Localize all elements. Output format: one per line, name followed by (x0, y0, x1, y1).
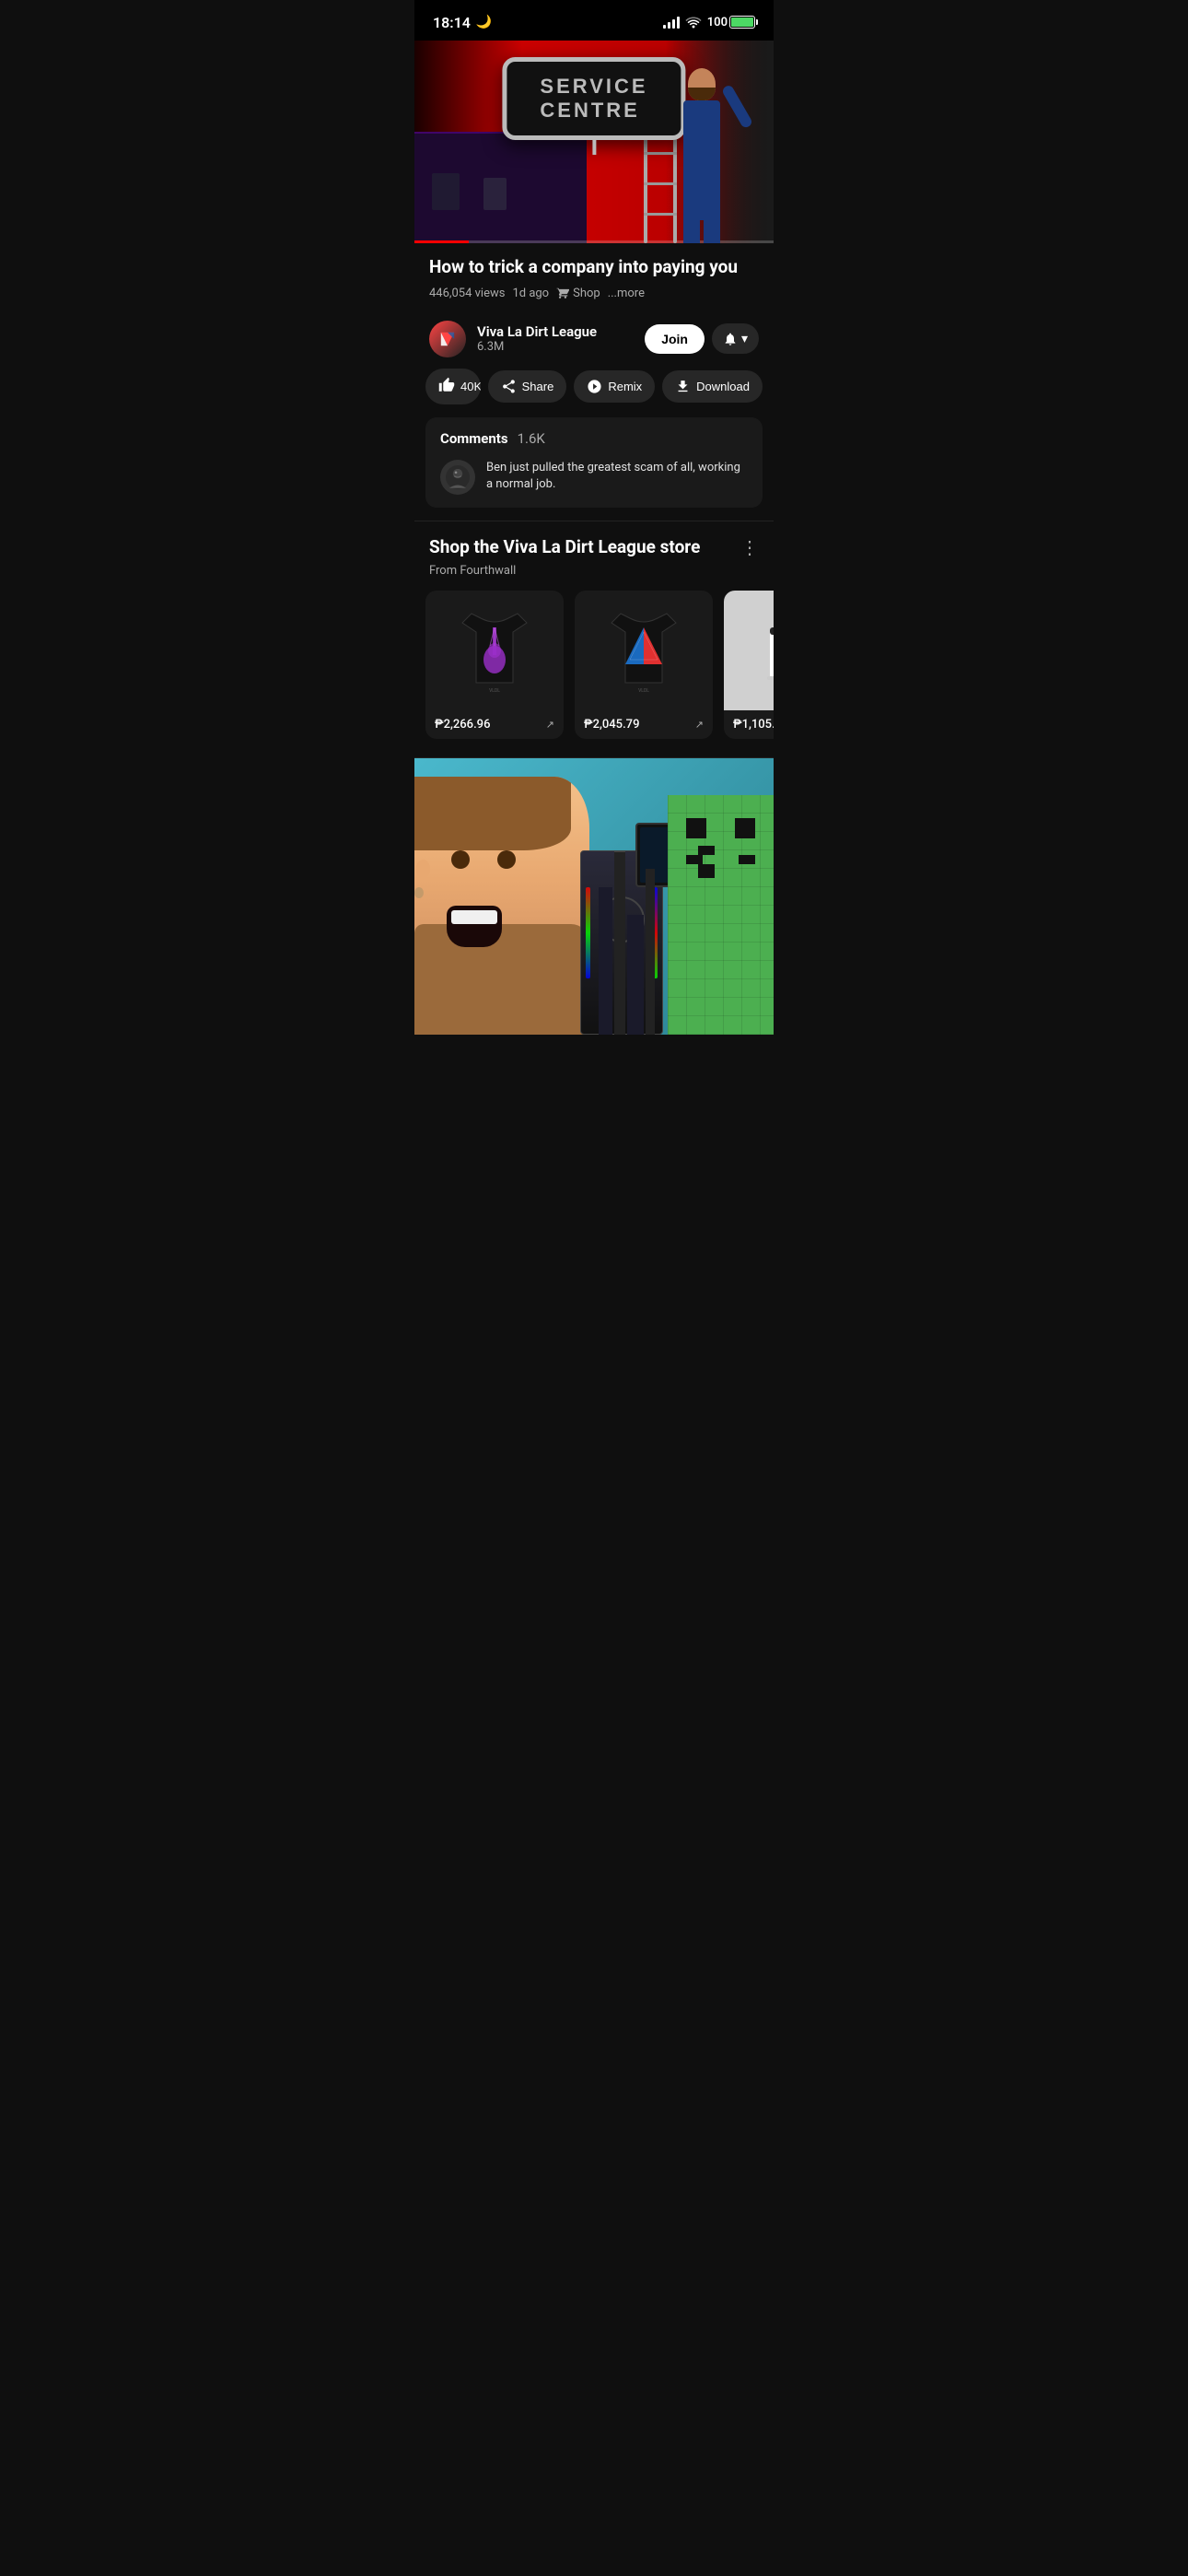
download-button[interactable]: Download (662, 370, 763, 403)
creeper-block (668, 795, 774, 1035)
channel-actions: Join ▾ (645, 323, 759, 354)
shop-item-price: ₱2,266.96 (435, 718, 490, 732)
more-button[interactable]: ...more (608, 287, 645, 300)
pc-setup (562, 795, 672, 1035)
battery-level: 100 (707, 16, 728, 29)
signal-icon (663, 16, 680, 29)
shop-item-price: ₱1,105.28 (733, 718, 774, 732)
video-progress-fill (414, 240, 469, 243)
upload-age: 1d ago (512, 287, 549, 300)
download-icon (675, 379, 691, 394)
remix-label: Remix (608, 380, 642, 393)
video-title: How to trick a company into paying you (429, 256, 759, 279)
battery-icon (729, 16, 755, 29)
like-button[interactable]: 40K (425, 369, 481, 404)
external-link-icon: ↗ (546, 719, 554, 731)
top-comment: Ben just pulled the greatest scam of all… (440, 460, 748, 495)
shop-item[interactable]: VLDL ₱2,266.96 ↗ (425, 591, 564, 739)
video-meta: 446,054 views 1d ago Shop ...more (429, 287, 759, 300)
comment-text: Ben just pulled the greatest scam of all… (486, 460, 748, 493)
download-label: Download (696, 380, 750, 393)
moon-icon: 🌙 (476, 15, 492, 29)
comments-count: 1.6K (518, 430, 545, 447)
service-centre-sign: SERVICE CENTRE (502, 57, 685, 155)
channel-subs: 6.3M (477, 340, 597, 354)
comments-section[interactable]: Comments 1.6K Ben just pulled the greate… (425, 417, 763, 508)
shop-title: Shop the Viva La Dirt League store (429, 536, 700, 557)
like-icon (438, 377, 455, 396)
status-bar: 18:14 🌙 100 (414, 0, 774, 41)
remix-icon (587, 379, 602, 394)
svg-text:VLDL: VLDL (489, 688, 500, 694)
shop-item-price: ₱2,045.79 (584, 718, 639, 732)
remix-button[interactable]: Remix (574, 370, 655, 403)
shop-badge[interactable]: Shop (556, 287, 600, 300)
shop-label[interactable]: Shop (573, 287, 600, 300)
svg-text:VLDL: VLDL (638, 688, 649, 694)
share-icon (501, 379, 517, 394)
join-button[interactable]: Join (645, 324, 705, 354)
shop-section: Shop the Viva La Dirt League store ⋮ Fro… (414, 521, 774, 758)
channel-avatar[interactable] (429, 321, 466, 357)
battery-indicator: 100 (707, 16, 755, 29)
shop-item[interactable]: VLDL ₱2,045.79 ↗ (575, 591, 713, 739)
shop-items-list: VLDL ₱2,266.96 ↗ VLDL (414, 591, 774, 739)
wifi-icon (685, 16, 702, 29)
action-buttons-row: 40K Share Remix Download (414, 369, 774, 417)
shop-item[interactable]: ₱1,105.28 ↗ (724, 591, 774, 739)
share-button[interactable]: Share (488, 370, 567, 403)
status-time: 18:14 (433, 14, 471, 31)
share-label: Share (522, 380, 554, 393)
channel-row: Viva La Dirt League 6.3M Join ▾ (414, 310, 774, 369)
bell-chevron: ▾ (741, 331, 748, 346)
shop-source: From Fourthwall (414, 564, 774, 578)
channel-info[interactable]: Viva La Dirt League 6.3M (429, 321, 597, 357)
view-count: 446,054 views (429, 287, 505, 300)
shop-more-options[interactable]: ⋮ (740, 536, 759, 558)
next-video-thumbnail[interactable] (414, 758, 774, 1035)
commenter-avatar (440, 460, 475, 495)
like-count: 40K (460, 380, 481, 393)
notification-bell-button[interactable]: ▾ (712, 323, 759, 354)
like-dislike-group: 40K (425, 369, 481, 404)
video-info: How to trick a company into paying you 4… (414, 243, 774, 310)
external-link-icon: ↗ (695, 719, 704, 731)
person-figure (683, 100, 720, 243)
video-thumbnail[interactable]: SERVICE CENTRE (414, 41, 774, 243)
channel-name: Viva La Dirt League (477, 323, 597, 340)
bell-icon (723, 332, 738, 346)
status-icons: 100 (663, 16, 755, 29)
comments-label: Comments (440, 430, 508, 447)
